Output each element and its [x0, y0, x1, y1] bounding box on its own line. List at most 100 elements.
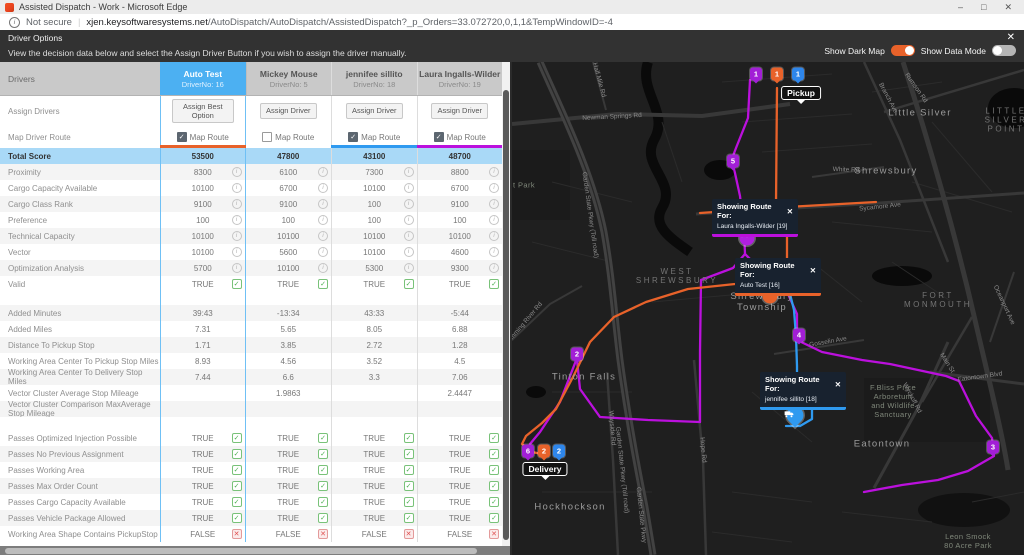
total-score-value: 53500: [191, 151, 214, 161]
info-icon[interactable]: i: [318, 167, 328, 177]
info-icon[interactable]: i: [231, 183, 242, 193]
cell: 4.56: [246, 353, 332, 369]
driver-column-header[interactable]: Laura Ingalls-Wilder DriverNo: 19: [416, 62, 502, 95]
info-icon[interactable]: i: [403, 263, 414, 273]
true-check-icon: ✓: [489, 449, 499, 459]
marker-tail: [795, 80, 801, 84]
info-icon[interactable]: i: [403, 167, 414, 177]
url-text[interactable]: xjen.keysoftwaresystems.net/AutoDispatch…: [86, 17, 612, 28]
stop-marker-2[interactable]: 2: [538, 444, 550, 461]
stop-marker-2[interactable]: 2: [553, 444, 565, 461]
map[interactable]: Little Silver LITTLE SILVER POINT Shrewsbu…: [512, 62, 1024, 555]
cell-value: TRUE: [363, 449, 386, 459]
cell: TRUE ✓: [331, 430, 417, 446]
cell: Assign Driver: [416, 96, 503, 126]
info-icon[interactable]: i: [318, 247, 328, 257]
stop-marker-5[interactable]: 5: [727, 154, 739, 171]
info-icon[interactable]: i: [318, 231, 328, 241]
marker-tail: [556, 457, 562, 461]
map-route-checkbox[interactable]: ✓: [348, 132, 359, 142]
info-icon[interactable]: i: [489, 231, 499, 241]
info-icon[interactable]: i: [489, 215, 499, 225]
route-laura-ingalls-wilder[interactable]: [528, 356, 579, 446]
stop-marker-6[interactable]: 6: [522, 444, 534, 461]
cell-value: 4600: [450, 247, 469, 257]
marker-tail: [574, 360, 580, 364]
driver-column-header[interactable]: Mickey Mouse DriverNo: 5: [245, 62, 331, 95]
info-icon[interactable]: i: [231, 167, 242, 177]
route-popup-close-icon[interactable]: ✕: [835, 380, 841, 389]
true-check-icon: ✓: [318, 449, 328, 459]
info-icon[interactable]: i: [489, 263, 499, 273]
stop-marker-1[interactable]: 1: [750, 67, 762, 84]
table-row: Preference 100 i 100 i 100 i 100 i: [0, 212, 502, 228]
cell-value: TRUE: [277, 449, 300, 459]
route-popup: Showing Route For: ✕ Laura Ingalls-Wilder …: [712, 199, 798, 237]
info-icon[interactable]: i: [403, 247, 414, 257]
info-icon[interactable]: i: [403, 183, 414, 193]
vertical-scrollbar-thumb[interactable]: [503, 90, 509, 540]
cell-value: 3.3: [368, 372, 380, 382]
route-popup-close-icon[interactable]: ✕: [810, 266, 816, 275]
total-score-row: Total Score 53500 47800 43100 48700: [0, 148, 502, 164]
map-route-checkbox[interactable]: [262, 132, 273, 142]
cell: 10100 i: [331, 180, 417, 196]
horizontal-scrollbar-thumb[interactable]: [5, 547, 477, 554]
info-icon[interactable]: i: [231, 263, 242, 273]
cell: TRUE ✓: [246, 494, 332, 510]
assign-driver-button[interactable]: Assign Driver: [431, 103, 489, 119]
row-label: Map Driver Route: [8, 132, 71, 142]
stop-marker-3[interactable]: 3: [987, 440, 999, 457]
show-dark-map-toggle[interactable]: [890, 45, 915, 56]
map-route-checkbox[interactable]: ✓: [433, 132, 444, 142]
route-popup-close-icon[interactable]: ✕: [787, 207, 793, 216]
true-check-icon: ✓: [231, 433, 242, 443]
cell: 6700 i: [246, 180, 332, 196]
cell: 6.6: [246, 369, 332, 385]
not-secure-label: Not secure: [26, 16, 72, 28]
info-icon[interactable]: i: [318, 263, 328, 273]
cell-value: FALSE: [275, 529, 301, 539]
info-icon[interactable]: i: [318, 183, 328, 193]
info-icon[interactable]: i: [318, 199, 328, 209]
cell-value: TRUE: [191, 465, 214, 475]
stop-marker-1[interactable]: 1: [771, 67, 783, 84]
driver-column-header[interactable]: Auto Test DriverNo: 16: [160, 62, 246, 95]
show-data-mode-toggle[interactable]: [992, 45, 1016, 56]
info-icon[interactable]: i: [403, 199, 414, 209]
info-icon[interactable]: i: [231, 199, 242, 209]
assign-driver-button[interactable]: Assign Driver: [345, 103, 403, 119]
driver-column-header[interactable]: jennifee sillito DriverNo: 18: [331, 62, 417, 95]
close-window-button[interactable]: ✕: [1004, 2, 1012, 13]
info-icon[interactable]: i: [403, 231, 414, 241]
minimize-button[interactable]: –: [958, 2, 963, 12]
route-laura-ingalls-wilder[interactable]: [575, 358, 702, 424]
panel-close-icon[interactable]: ✕: [1007, 32, 1015, 43]
info-icon[interactable]: i: [318, 215, 328, 225]
cell: TRUE ✓: [416, 430, 503, 446]
route-popup-title: Showing Route For:: [740, 261, 795, 279]
info-icon[interactable]: i: [231, 247, 242, 257]
page-info-icon[interactable]: i: [9, 16, 20, 28]
map-route-checkbox[interactable]: ✓: [176, 132, 187, 142]
address-bar[interactable]: i Not secure | xjen.keysoftwaresystems.n…: [0, 14, 1024, 30]
cell: [331, 385, 417, 401]
stop-marker-4[interactable]: 4: [793, 328, 805, 345]
info-icon[interactable]: i: [489, 183, 499, 193]
assign-driver-button[interactable]: Assign Driver: [259, 103, 317, 119]
map-route-label: Map Route: [275, 132, 315, 142]
info-icon[interactable]: i: [231, 215, 242, 225]
info-icon[interactable]: i: [489, 247, 499, 257]
assign-best-option-button[interactable]: Assign Best Option: [171, 98, 234, 124]
info-icon[interactable]: i: [403, 215, 414, 225]
vertical-scrollbar[interactable]: [502, 62, 510, 546]
cell-value: 6700: [279, 183, 298, 193]
horizontal-scrollbar[interactable]: [0, 546, 510, 555]
maximize-button[interactable]: □: [981, 2, 986, 12]
info-icon[interactable]: i: [489, 199, 499, 209]
route-laura-ingalls-wilder[interactable]: [731, 78, 752, 158]
stop-marker-1[interactable]: 1: [792, 67, 804, 84]
info-icon[interactable]: i: [231, 231, 242, 241]
stop-marker-2[interactable]: 2: [571, 347, 583, 364]
info-icon[interactable]: i: [489, 167, 499, 177]
